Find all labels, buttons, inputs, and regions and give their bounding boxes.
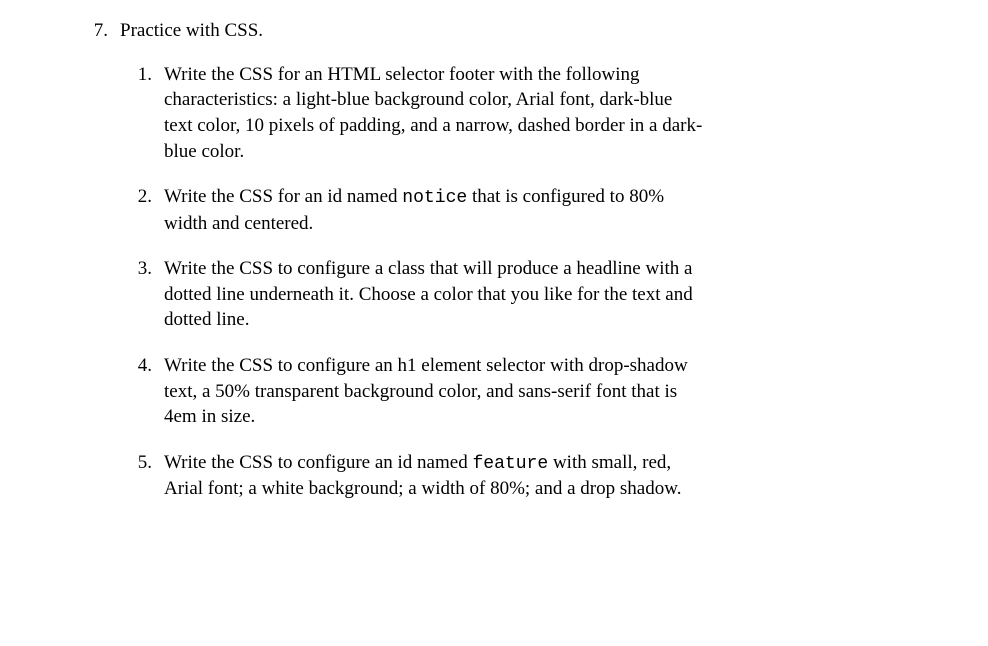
code-literal: feature [472, 454, 548, 474]
list-item: 5. Write the CSS to configure an id name… [136, 450, 908, 502]
main-title: Practice with CSS. [120, 18, 908, 44]
list-item: 3. Write the CSS to configure a class th… [136, 256, 908, 333]
item-text-pre: Write the CSS for an id named [164, 186, 402, 207]
item-marker: 3. [136, 256, 164, 333]
code-literal: notice [402, 188, 467, 208]
item-marker: 1. [136, 62, 164, 165]
main-marker: 7. [80, 18, 120, 44]
list-item: 4. Write the CSS to configure an h1 elem… [136, 353, 908, 430]
item-text: Write the CSS to configure a class that … [164, 256, 704, 333]
list-item: 1. Write the CSS for an HTML selector fo… [136, 62, 908, 165]
item-text-pre: Write the CSS to configure an id named [164, 452, 472, 473]
item-marker: 5. [136, 450, 164, 502]
item-marker: 2. [136, 184, 164, 236]
item-text: Write the CSS to configure an h1 element… [164, 353, 704, 430]
item-text: Write the CSS for an id named notice tha… [164, 184, 704, 236]
sub-list: 1. Write the CSS for an HTML selector fo… [136, 62, 908, 502]
list-item: 2. Write the CSS for an id named notice … [136, 184, 908, 236]
item-text: Write the CSS to configure an id named f… [164, 450, 704, 502]
item-text: Write the CSS for an HTML selector foote… [164, 62, 704, 165]
main-list-item: 7. Practice with CSS. [80, 18, 908, 44]
item-marker: 4. [136, 353, 164, 430]
